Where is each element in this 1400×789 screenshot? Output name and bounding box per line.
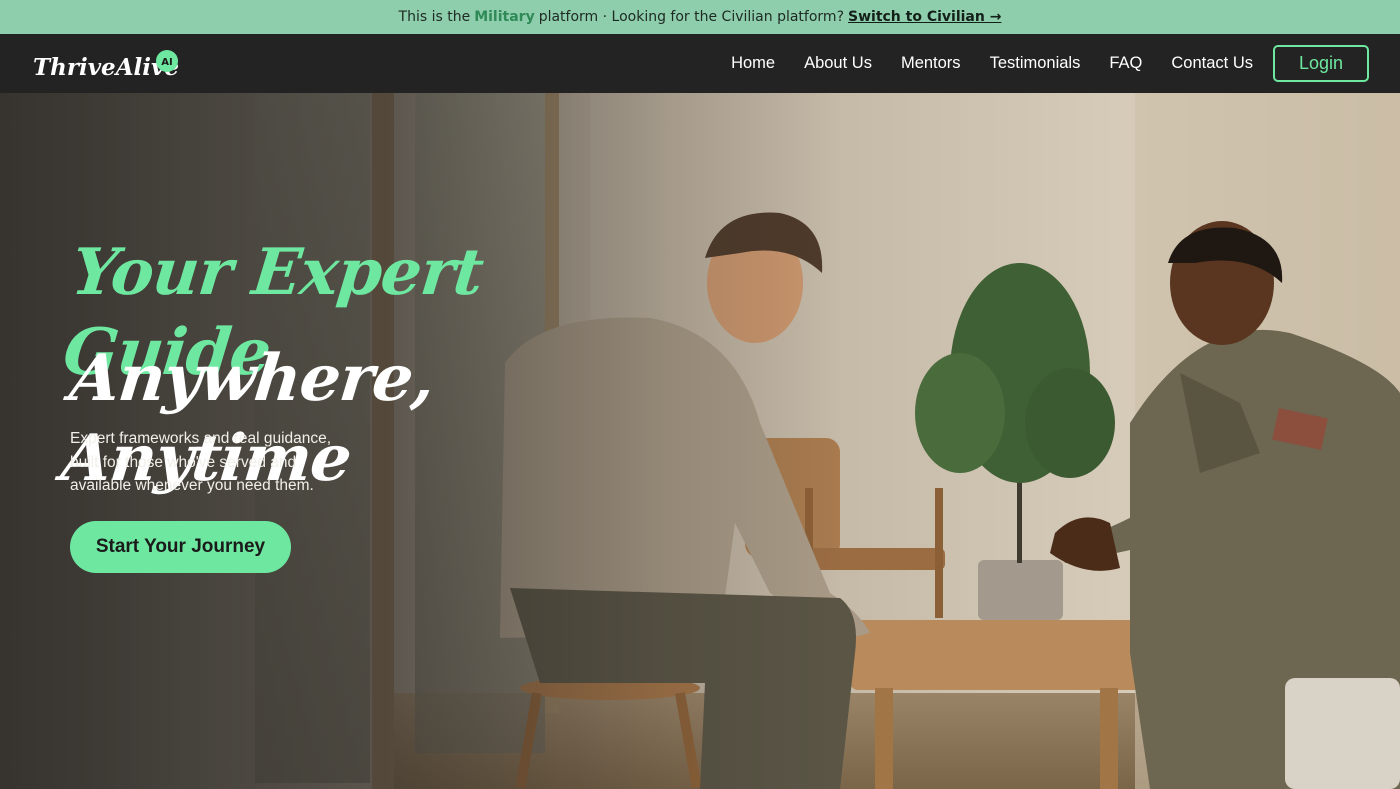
hero-description: Expert frameworks and real guidance, bui… bbox=[70, 427, 360, 498]
hero-section: Your Expert Guide Anywhere, Anytime Expe… bbox=[0, 93, 1400, 789]
nav-about-us[interactable]: About Us bbox=[804, 54, 872, 73]
hero-description-line: available whenever you need them. bbox=[70, 477, 314, 494]
hero-description-line: built for those who've served and bbox=[70, 453, 297, 471]
login-button[interactable]: Login bbox=[1273, 45, 1369, 82]
nav-faq[interactable]: FAQ bbox=[1109, 54, 1142, 73]
main-nav: ThriveAlive AI Home About Us Mentors Tes… bbox=[0, 34, 1400, 93]
banner-prefix: This is the bbox=[398, 9, 471, 25]
switch-to-civilian-link[interactable]: Switch to Civilian → bbox=[848, 9, 1001, 25]
hero-description-line: Expert frameworks and real guidance, bbox=[70, 430, 332, 447]
nav-links: Home About Us Mentors Testimonials FAQ C… bbox=[702, 45, 1369, 82]
nav-testimonials[interactable]: Testimonials bbox=[990, 54, 1081, 73]
platform-banner: This is the Military platform · Looking … bbox=[0, 0, 1400, 34]
banner-message: platform · Looking for the Civilian plat… bbox=[538, 9, 844, 25]
thrivealive-logo-icon: ThriveAlive AI bbox=[33, 49, 179, 81]
nav-contact-us[interactable]: Contact Us bbox=[1171, 54, 1253, 73]
logo-badge: AI bbox=[161, 57, 172, 68]
nav-mentors[interactable]: Mentors bbox=[901, 54, 961, 73]
start-journey-button[interactable]: Start Your Journey bbox=[70, 521, 291, 573]
nav-home[interactable]: Home bbox=[731, 54, 775, 73]
logo[interactable]: ThriveAlive AI bbox=[31, 44, 181, 84]
banner-platform-name: Military bbox=[474, 9, 535, 25]
